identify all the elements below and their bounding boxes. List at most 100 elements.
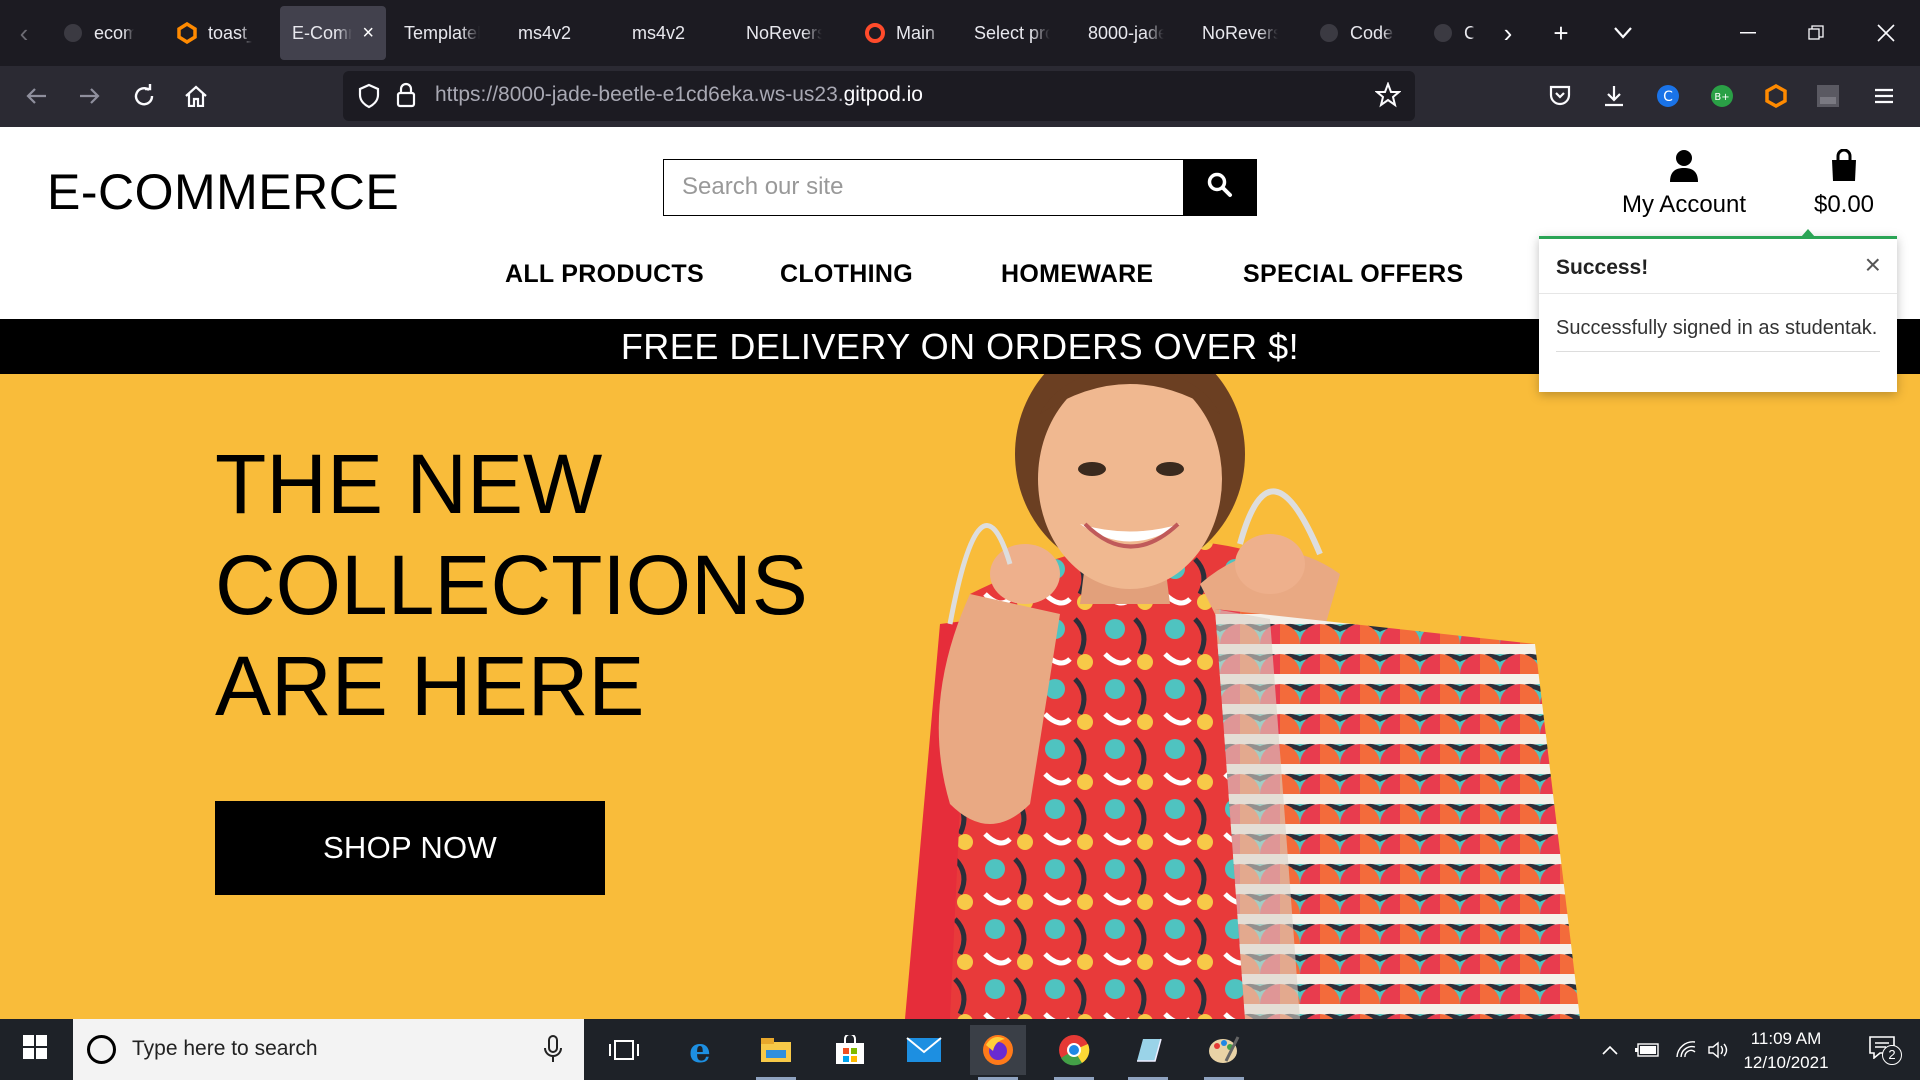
list-all-tabs-icon[interactable] [1605, 14, 1641, 52]
browser-tab[interactable]: NoReverse [1190, 6, 1290, 60]
forward-arrow-icon[interactable] [70, 76, 110, 116]
browser-tab[interactable]: ecomm [50, 6, 146, 60]
address-bar[interactable]: https://8000-jade-beetle-e1cd6eka.ws-us2… [343, 71, 1415, 121]
extension-bplus-icon[interactable]: B+ [1702, 76, 1742, 116]
minimize-window-icon[interactable] [1730, 14, 1766, 52]
browser-tab[interactable]: Co [1420, 6, 1486, 60]
action-center-button[interactable]: 2 [1852, 1019, 1912, 1080]
start-button[interactable] [0, 1019, 70, 1080]
github-icon [62, 22, 84, 44]
browser-tab[interactable]: toast_ [164, 6, 264, 60]
task-view-icon[interactable] [596, 1025, 652, 1075]
toast-title: Success! [1556, 256, 1649, 279]
menu-hamburger-icon[interactable] [1864, 76, 1904, 116]
volume-icon[interactable] [1704, 1019, 1734, 1080]
chrome-icon[interactable] [1046, 1025, 1102, 1080]
back-arrow-icon[interactable] [16, 76, 56, 116]
close-tab-icon[interactable]: × [362, 22, 374, 45]
tab-label: Select pro [974, 22, 1050, 43]
tab-scroll-left-icon[interactable]: ‹ [6, 14, 42, 52]
wifi-icon[interactable] [1670, 1019, 1700, 1080]
browser-tab[interactable]: Main S [852, 6, 952, 60]
microsoft-store-icon[interactable] [822, 1025, 878, 1075]
tab-label: NoReverse [746, 22, 822, 43]
browser-tab[interactable]: 8000-jade [1076, 6, 1176, 60]
tab-label: Co [1464, 22, 1474, 43]
mail-icon[interactable] [896, 1025, 952, 1075]
downloads-icon[interactable] [1594, 76, 1634, 116]
url-text[interactable]: https://8000-jade-beetle-e1cd6eka.ws-us2… [435, 83, 923, 107]
user-icon [1669, 150, 1699, 186]
taskbar-search-box[interactable]: Type here to search [73, 1019, 584, 1080]
tab-label: ms4v2 [632, 22, 686, 43]
restore-window-icon[interactable] [1798, 14, 1834, 52]
svg-text:C: C [1663, 89, 1673, 105]
system-clock[interactable]: 11:09 AM 12/10/2021 [1736, 1027, 1836, 1075]
clock-time: 11:09 AM [1750, 1029, 1822, 1048]
tab-label: Code- [1350, 22, 1394, 43]
pocket-icon[interactable] [1540, 76, 1580, 116]
success-toast: Success! × Successfully signed in as stu… [1539, 229, 1897, 392]
my-account-link[interactable]: My Account [1614, 149, 1754, 219]
site-search-form [663, 158, 1257, 216]
opera-icon [864, 22, 886, 44]
nav-homeware[interactable]: HOMEWARE [1001, 260, 1153, 289]
edge-browser-icon[interactable]: e [672, 1025, 728, 1075]
url-prefix: https://8000-jade-beetle-e1cd6eka.ws-us2… [435, 83, 844, 106]
clock-date: 12/10/2021 [1743, 1053, 1829, 1072]
cart-link[interactable]: $0.00 [1804, 148, 1884, 219]
github-icon [1318, 22, 1340, 44]
notification-icon: 2 [1868, 1035, 1902, 1065]
taskbar-search-placeholder: Type here to search [132, 1037, 318, 1060]
search-button[interactable] [1183, 158, 1257, 216]
toast-message: Successfully signed in as studentak. [1556, 317, 1878, 339]
site-logo[interactable]: E-COMMERCE [47, 163, 399, 221]
tab-scroll-right-icon[interactable]: › [1490, 14, 1526, 52]
gitpod-icon [176, 22, 198, 44]
url-host: gitpod.io [843, 83, 923, 106]
nav-clothing[interactable]: CLOTHING [780, 260, 913, 289]
browser-tab[interactable]: Code- [1306, 6, 1406, 60]
tab-label: Main S [896, 22, 940, 43]
browser-tab[interactable]: NoReverse [734, 6, 834, 60]
notepad-icon[interactable] [1120, 1025, 1176, 1080]
browser-tab[interactable]: Select pro [962, 6, 1062, 60]
extension-c-icon[interactable]: C [1648, 76, 1688, 116]
tab-label: ms4v2 [518, 22, 572, 43]
hero-title: THE NEW COLLECTIONS ARE HERE [215, 434, 808, 737]
search-icon [1207, 172, 1233, 203]
search-input[interactable] [664, 160, 1184, 214]
nav-all-products[interactable]: ALL PRODUCTS [505, 260, 704, 289]
browser-tab-active[interactable]: E-Comm × [280, 6, 386, 60]
file-explorer-icon[interactable] [748, 1025, 804, 1080]
extension-grey-icon[interactable] [1808, 76, 1848, 116]
reload-icon[interactable] [124, 76, 164, 116]
hero-section: THE NEW COLLECTIONS ARE HERE SHOP NOW [0, 374, 1920, 1019]
show-hidden-icons-icon[interactable] [1598, 1019, 1622, 1080]
browser-tab[interactable]: ms4v2 [620, 6, 720, 60]
microphone-icon[interactable] [544, 1035, 562, 1068]
lock-icon[interactable] [395, 82, 417, 113]
tab-label: E-Comm [292, 22, 352, 43]
browser-toolbar: https://8000-jade-beetle-e1cd6eka.ws-us2… [0, 66, 1920, 127]
home-icon[interactable] [176, 76, 216, 116]
battery-icon[interactable] [1632, 1019, 1662, 1080]
paint-icon[interactable] [1196, 1025, 1252, 1080]
hero-model-image [905, 374, 1580, 1019]
new-tab-icon[interactable]: + [1543, 14, 1579, 52]
browser-tab[interactable]: ms4v2 [506, 6, 606, 60]
close-window-icon[interactable] [1868, 14, 1904, 52]
svg-text:B+: B+ [1714, 92, 1729, 103]
close-icon[interactable]: × [1865, 249, 1881, 281]
browser-tab[interactable]: TemplateD [392, 6, 492, 60]
bookmark-star-icon[interactable] [1374, 81, 1402, 113]
tab-label: TemplateD [404, 22, 480, 43]
tab-label: toast_ [208, 22, 252, 43]
tab-label: NoReverse [1202, 22, 1278, 43]
shop-now-button[interactable]: SHOP NOW [215, 801, 605, 895]
tracking-protection-shield-icon[interactable] [357, 83, 381, 114]
nav-special-offers[interactable]: SPECIAL OFFERS [1243, 260, 1463, 289]
my-account-label: My Account [1621, 191, 1747, 218]
gitpod-extension-icon[interactable] [1756, 76, 1796, 116]
firefox-icon[interactable] [970, 1025, 1026, 1080]
